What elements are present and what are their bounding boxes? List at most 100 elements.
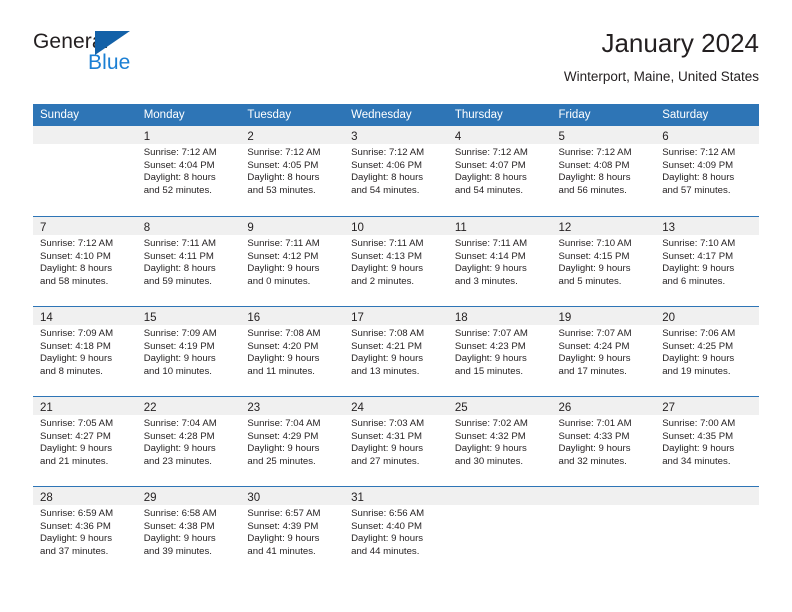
day-info-line: Daylight: 9 hours — [40, 533, 112, 545]
day-info-line: and 13 minutes. — [351, 365, 420, 377]
day-sun-info: Sunrise: 7:08 AM Sunset: 4:21 PM Daylight:… — [344, 325, 448, 378]
calendar-week-row: 21 Sunrise: 7:05 AM Sunset: 4:27 PM Dayligh… — [33, 396, 759, 486]
day-info-line: Sunset: 4:27 PM — [40, 430, 111, 442]
day-info-line: Sunrise: 7:12 AM — [143, 147, 217, 158]
calendar-day-cell[interactable]: 20 Sunrise: 7:06 AM Sunset: 4:25 PM Dayligh… — [655, 306, 759, 396]
calendar-week-row: 28 Sunrise: 6:59 AM Sunset: 4:36 PM Dayligh… — [33, 486, 759, 576]
day-number: 23 — [247, 402, 261, 414]
day-number: 31 — [351, 492, 364, 504]
day-number: 24 — [351, 402, 364, 414]
page-header: General Blue January 2024 Winterport, Ma… — [33, 26, 759, 98]
day-info-line: and 3 minutes. — [454, 275, 518, 287]
day-info-line: and 17 minutes. — [558, 365, 627, 377]
day-info-line: Daylight: 9 hours — [40, 443, 112, 455]
day-info-line: and 54 minutes. — [351, 184, 420, 196]
day-number-band: 5 — [551, 126, 656, 144]
day-info-line: and 23 minutes. — [143, 455, 212, 467]
day-info-line: Sunset: 4:08 PM — [558, 159, 630, 171]
day-number: 5 — [558, 131, 565, 143]
day-info-line: Sunrise: 7:08 AM — [351, 328, 425, 339]
day-number: 15 — [143, 312, 157, 324]
day-info-line: Daylight: 9 hours — [143, 443, 216, 455]
calendar-day-cell[interactable]: 12 Sunrise: 7:10 AM Sunset: 4:15 PM Dayligh… — [551, 216, 656, 306]
day-number-band — [551, 487, 656, 505]
day-info-line: Sunset: 4:11 PM — [143, 250, 214, 262]
calendar-day-cell[interactable]: 13 Sunrise: 7:10 AM Sunset: 4:17 PM Dayligh… — [655, 216, 759, 306]
day-info-line: Sunset: 4:04 PM — [143, 159, 215, 171]
calendar-day-cell[interactable]: 8 Sunrise: 7:11 AM Sunset: 4:11 PM Daylight… — [136, 216, 241, 306]
day-number: 3 — [351, 131, 358, 143]
day-info-line: Sunrise: 7:10 AM — [662, 238, 736, 249]
calendar-day-cell[interactable]: 7 Sunrise: 7:12 AM Sunset: 4:10 PM Daylight… — [33, 216, 137, 306]
day-sun-info: Sunrise: 7:12 AM Sunset: 4:06 PM Daylight:… — [344, 144, 448, 197]
calendar-day-cell[interactable]: 1 Sunrise: 7:12 AM Sunset: 4:04 PM Daylight… — [136, 126, 241, 216]
day-info-line: Sunrise: 7:12 AM — [558, 147, 632, 158]
calendar-day-cell[interactable]: 31 Sunrise: 6:56 AM Sunset: 4:40 PM Dayligh… — [344, 486, 448, 576]
calendar-day-cell[interactable]: 10 Sunrise: 7:11 AM Sunset: 4:13 PM Dayligh… — [344, 216, 448, 306]
day-number-band: 27 — [655, 397, 759, 415]
calendar-day-cell[interactable]: 16 Sunrise: 7:08 AM Sunset: 4:20 PM Dayligh… — [240, 306, 345, 396]
day-info-line: and 59 minutes. — [143, 275, 212, 287]
day-info-line: Daylight: 8 hours — [454, 172, 527, 184]
day-number: 12 — [558, 222, 572, 234]
day-info-line: and 58 minutes. — [40, 275, 109, 287]
calendar-day-cell[interactable]: 2 Sunrise: 7:12 AM Sunset: 4:05 PM Daylight… — [240, 126, 345, 216]
calendar-day-cell[interactable]: 5 Sunrise: 7:12 AM Sunset: 4:08 PM Daylight… — [551, 126, 656, 216]
generalblue-logo[interactable]: General Blue — [33, 30, 163, 86]
day-info-line: Sunrise: 7:12 AM — [351, 147, 425, 158]
calendar-page: General Blue January 2024 Winterport, Ma… — [0, 0, 792, 612]
calendar-day-cell[interactable]: 21 Sunrise: 7:05 AM Sunset: 4:27 PM Dayligh… — [33, 396, 137, 486]
day-number: 1 — [143, 131, 151, 143]
day-number-band: 15 — [136, 307, 241, 325]
day-info-line: Daylight: 9 hours — [662, 263, 735, 275]
calendar-day-cell[interactable]: 18 Sunrise: 7:07 AM Sunset: 4:23 PM Dayligh… — [447, 306, 552, 396]
calendar-day-cell[interactable]: 9 Sunrise: 7:11 AM Sunset: 4:12 PM Daylight… — [240, 216, 345, 306]
day-number-band: 26 — [551, 397, 656, 415]
day-sun-info: Sunrise: 7:04 AM Sunset: 4:29 PM Daylight:… — [240, 415, 344, 468]
day-info-line: and 39 minutes. — [143, 545, 212, 557]
calendar-day-cell[interactable]: 30 Sunrise: 6:57 AM Sunset: 4:39 PM Dayligh… — [240, 486, 345, 576]
day-info-line: Daylight: 9 hours — [351, 263, 424, 275]
day-sun-info: Sunrise: 7:11 AM Sunset: 4:12 PM Daylight:… — [240, 235, 344, 288]
calendar-day-cell[interactable]: 23 Sunrise: 7:04 AM Sunset: 4:29 PM Dayligh… — [240, 396, 345, 486]
calendar-day-cell[interactable]: 11 Sunrise: 7:11 AM Sunset: 4:14 PM Dayligh… — [447, 216, 552, 306]
day-number: 2 — [247, 131, 254, 143]
day-number-band: 20 — [655, 307, 759, 325]
calendar-day-cell[interactable]: 6 Sunrise: 7:12 AM Sunset: 4:09 PM Daylight… — [655, 126, 759, 216]
day-info-line: and 6 minutes. — [662, 275, 726, 287]
day-info-line: Sunset: 4:25 PM — [662, 340, 734, 352]
day-info-line: Daylight: 9 hours — [558, 443, 631, 455]
day-number: 22 — [143, 402, 157, 414]
day-sun-info: Sunrise: 7:12 AM Sunset: 4:05 PM Daylight:… — [240, 144, 344, 197]
calendar-day-cell[interactable]: 26 Sunrise: 7:01 AM Sunset: 4:33 PM Dayligh… — [551, 396, 656, 486]
day-sun-info: Sunrise: 6:59 AM Sunset: 4:36 PM Daylight:… — [33, 505, 137, 558]
calendar-day-cell[interactable]: 4 Sunrise: 7:12 AM Sunset: 4:07 PM Daylight… — [447, 126, 552, 216]
day-info-line: Sunset: 4:07 PM — [454, 159, 526, 171]
day-info-line: and 30 minutes. — [454, 455, 524, 467]
calendar-day-cell[interactable]: 22 Sunrise: 7:04 AM Sunset: 4:28 PM Dayligh… — [136, 396, 241, 486]
day-number-band: 2 — [240, 126, 345, 144]
calendar-day-cell[interactable]: 3 Sunrise: 7:12 AM Sunset: 4:06 PM Daylight… — [344, 126, 448, 216]
day-info-line: Daylight: 8 hours — [351, 172, 424, 184]
day-info-line: Sunrise: 7:09 AM — [40, 328, 114, 339]
day-info-line: and 41 minutes. — [247, 545, 316, 557]
day-sun-info: Sunrise: 7:05 AM Sunset: 4:27 PM Daylight:… — [33, 415, 137, 468]
calendar-day-cell[interactable]: 19 Sunrise: 7:07 AM Sunset: 4:24 PM Dayligh… — [551, 306, 656, 396]
calendar-day-cell[interactable]: 14 Sunrise: 7:09 AM Sunset: 4:18 PM Dayligh… — [33, 306, 137, 396]
day-info-line: and 32 minutes. — [558, 455, 627, 467]
day-info-line: Sunrise: 7:01 AM — [558, 418, 632, 429]
calendar-day-cell[interactable]: 17 Sunrise: 7:08 AM Sunset: 4:21 PM Dayligh… — [344, 306, 448, 396]
day-sun-info: Sunrise: 7:01 AM Sunset: 4:33 PM Daylight:… — [552, 415, 656, 468]
day-info-line: Sunset: 4:06 PM — [351, 159, 423, 171]
day-info-line: Sunset: 4:18 PM — [40, 340, 111, 352]
calendar-day-cell[interactable]: 29 Sunrise: 6:58 AM Sunset: 4:38 PM Dayligh… — [136, 486, 241, 576]
calendar-day-cell[interactable]: 27 Sunrise: 7:00 AM Sunset: 4:35 PM Dayligh… — [655, 396, 759, 486]
day-number: 7 — [40, 222, 47, 234]
day-sun-info: Sunrise: 7:11 AM Sunset: 4:11 PM Daylight:… — [137, 235, 241, 288]
calendar-day-cell[interactable]: 24 Sunrise: 7:03 AM Sunset: 4:31 PM Dayligh… — [344, 396, 448, 486]
day-info-line: and 11 minutes. — [247, 365, 315, 377]
day-info-line: Sunrise: 7:03 AM — [351, 418, 425, 429]
calendar-day-cell[interactable]: 28 Sunrise: 6:59 AM Sunset: 4:36 PM Dayligh… — [33, 486, 137, 576]
calendar-day-cell[interactable]: 25 Sunrise: 7:02 AM Sunset: 4:32 PM Dayligh… — [447, 396, 552, 486]
calendar-day-cell[interactable]: 15 Sunrise: 7:09 AM Sunset: 4:19 PM Dayligh… — [136, 306, 241, 396]
